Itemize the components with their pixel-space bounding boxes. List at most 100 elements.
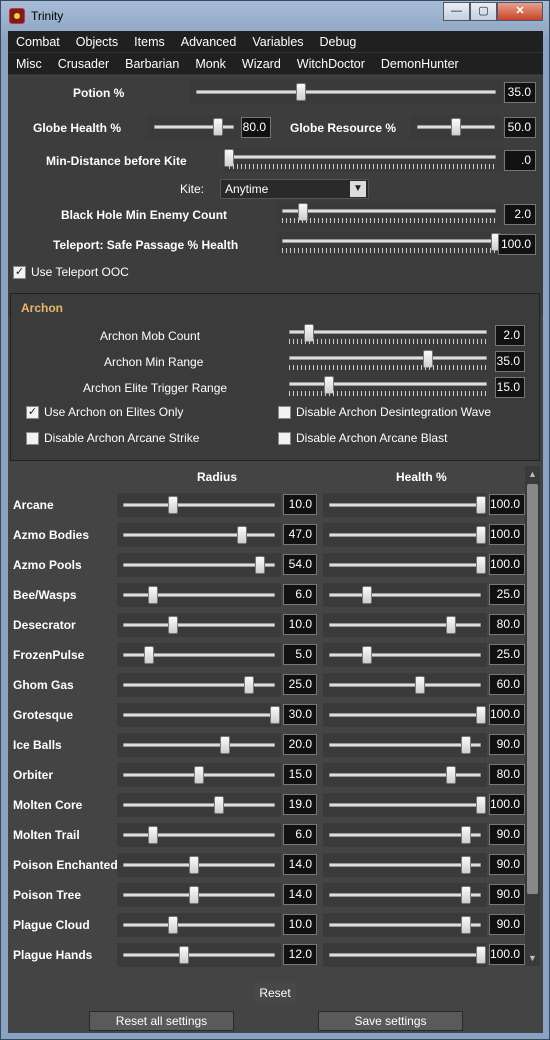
potion-value[interactable]: 35.0 [504, 82, 536, 103]
use-archon-elites-checkbox[interactable]: ✓ Use Archon on Elites Only [26, 405, 183, 419]
radius-value[interactable]: 6.0 [283, 584, 317, 605]
tab-demonhunter[interactable]: DemonHunter [373, 53, 467, 74]
checkbox-box[interactable] [278, 405, 291, 419]
close-button[interactable]: ✕ [497, 2, 543, 21]
radius-value[interactable]: 10.0 [283, 914, 317, 935]
radius-slider[interactable] [117, 793, 281, 817]
slider-thumb[interactable] [296, 83, 306, 101]
health-value[interactable]: 100.0 [489, 524, 525, 545]
slider-thumb[interactable] [254, 556, 265, 574]
health-value[interactable]: 100.0 [489, 554, 525, 575]
disable-blast-checkbox[interactable]: Disable Archon Arcane Blast [278, 431, 447, 445]
tab-advanced[interactable]: Advanced [173, 31, 245, 52]
slider-thumb[interactable] [189, 886, 200, 904]
slider-thumb[interactable] [189, 856, 200, 874]
archon-mob-count-value[interactable]: 2.0 [495, 325, 525, 346]
archon-elite-range-slider[interactable] [283, 375, 493, 399]
radius-slider[interactable] [117, 493, 281, 517]
health-slider[interactable] [323, 943, 487, 967]
slider-thumb[interactable] [460, 826, 471, 844]
teleport-slider[interactable] [276, 232, 502, 256]
slider-thumb[interactable] [460, 856, 471, 874]
slider-thumb[interactable] [224, 149, 234, 167]
use-teleport-ooc-checkbox[interactable]: ✓ Use Teleport OOC [13, 265, 129, 279]
tab-variables[interactable]: Variables [244, 31, 311, 52]
health-slider[interactable] [323, 703, 487, 727]
kite-select[interactable]: Anytime ▼ [220, 179, 369, 199]
slider-thumb[interactable] [303, 324, 314, 342]
radius-slider[interactable] [117, 703, 281, 727]
disable-wave-checkbox[interactable]: Disable Archon Desintegration Wave [278, 405, 491, 419]
min-distance-slider[interactable] [223, 148, 502, 172]
slider-thumb[interactable] [298, 203, 309, 221]
chevron-down-icon[interactable]: ▼ [350, 181, 366, 197]
slider-thumb[interactable] [476, 556, 486, 574]
health-value[interactable]: 80.0 [489, 764, 525, 785]
slider-thumb[interactable] [476, 526, 486, 544]
health-slider[interactable] [323, 823, 487, 847]
slider-thumb[interactable] [476, 496, 486, 514]
radius-value[interactable]: 47.0 [283, 524, 317, 545]
tab-objects[interactable]: Objects [68, 31, 126, 52]
radius-slider[interactable] [117, 733, 281, 757]
health-slider[interactable] [323, 793, 487, 817]
slider-thumb[interactable] [445, 766, 456, 784]
reset-all-settings-button[interactable]: Reset all settings [89, 1011, 234, 1031]
checkbox-box[interactable] [278, 431, 291, 445]
slider-thumb[interactable] [415, 676, 426, 694]
min-distance-value[interactable]: .0 [504, 150, 536, 171]
tab-misc[interactable]: Misc [8, 53, 50, 74]
slider-thumb[interactable] [148, 586, 159, 604]
save-settings-button[interactable]: Save settings [318, 1011, 463, 1031]
tab-monk[interactable]: Monk [187, 53, 234, 74]
teleport-value[interactable]: 100.0 [498, 234, 536, 255]
slider-thumb[interactable] [362, 646, 372, 664]
black-hole-slider[interactable] [276, 202, 502, 226]
health-slider[interactable] [323, 913, 487, 937]
slider-thumb[interactable] [213, 796, 224, 814]
radius-value[interactable]: 19.0 [283, 794, 317, 815]
health-slider[interactable] [323, 643, 487, 667]
slider-thumb[interactable] [236, 526, 247, 544]
tab-items[interactable]: Items [126, 31, 173, 52]
slider-thumb[interactable] [451, 118, 461, 136]
radius-value[interactable]: 6.0 [283, 824, 317, 845]
tab-crusader[interactable]: Crusader [50, 53, 117, 74]
slider-thumb[interactable] [460, 886, 471, 904]
radius-value[interactable]: 10.0 [283, 494, 317, 515]
radius-slider[interactable] [117, 673, 281, 697]
radius-value[interactable]: 54.0 [283, 554, 317, 575]
radius-value[interactable]: 14.0 [283, 884, 317, 905]
slider-thumb[interactable] [270, 706, 280, 724]
tab-barbarian[interactable]: Barbarian [117, 53, 187, 74]
scrollbar-thumb[interactable] [527, 484, 538, 894]
slider-thumb[interactable] [460, 736, 471, 754]
health-value[interactable]: 90.0 [489, 914, 525, 935]
health-value[interactable]: 90.0 [489, 884, 525, 905]
radius-slider[interactable] [117, 523, 281, 547]
checkmark-icon[interactable]: ✓ [26, 405, 39, 419]
health-slider[interactable] [323, 583, 487, 607]
health-value[interactable]: 100.0 [489, 704, 525, 725]
radius-value[interactable]: 10.0 [283, 614, 317, 635]
radius-slider[interactable] [117, 583, 281, 607]
slider-thumb[interactable] [178, 946, 189, 964]
health-slider[interactable] [323, 853, 487, 877]
checkbox-box[interactable] [26, 431, 39, 445]
radius-slider[interactable] [117, 553, 281, 577]
scrollbar[interactable]: ▲ ▼ [525, 466, 540, 966]
potion-slider[interactable] [190, 80, 502, 104]
slider-thumb[interactable] [213, 118, 223, 136]
slider-thumb[interactable] [168, 616, 179, 634]
radius-value[interactable]: 12.0 [283, 944, 317, 965]
slider-thumb[interactable] [445, 616, 456, 634]
archon-mob-count-slider[interactable] [283, 323, 493, 347]
health-slider[interactable] [323, 763, 487, 787]
black-hole-value[interactable]: 2.0 [504, 204, 536, 225]
slider-thumb[interactable] [422, 350, 433, 368]
slider-thumb[interactable] [476, 706, 486, 724]
radius-slider[interactable] [117, 643, 281, 667]
health-value[interactable]: 90.0 [489, 854, 525, 875]
health-slider[interactable] [323, 883, 487, 907]
health-slider[interactable] [323, 493, 487, 517]
